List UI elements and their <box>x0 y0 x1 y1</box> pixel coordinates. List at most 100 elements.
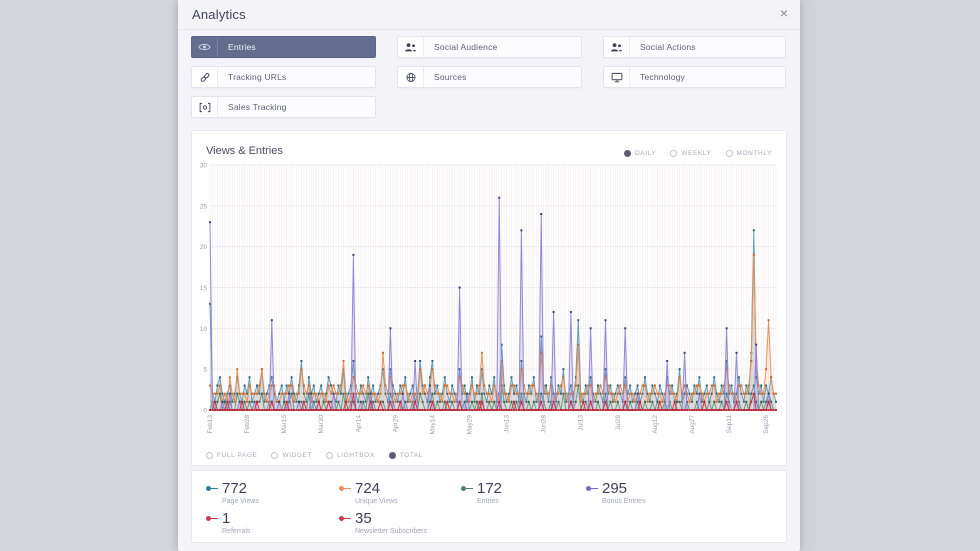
radio-label: LIGHTBOX <box>337 451 375 459</box>
views-entries-chart: 0 5 10 15 20 25 30 Feb13 Feb28 Mar15 Mar30 Apr14 Apr… <box>200 163 777 435</box>
nav-button-label: Sales Tracking <box>228 102 287 112</box>
eye-icon <box>192 37 218 57</box>
svg-text:Feb13: Feb13 <box>207 415 214 434</box>
chart-title: Views & Entries <box>206 145 283 157</box>
stat-value: 35 <box>355 510 372 527</box>
svg-text:Aug12: Aug12 <box>652 415 659 434</box>
link-icon <box>192 67 218 87</box>
radio-label: FULL PAGE <box>217 451 258 459</box>
radio-icon <box>623 150 631 157</box>
stat-marker-icon <box>586 486 598 491</box>
stat-label: Newsletter Subscribers <box>355 528 427 535</box>
stat-label: Unique Views <box>355 498 398 505</box>
svg-text:0: 0 <box>203 408 207 415</box>
modal-header: Analytics × <box>178 0 800 30</box>
stat-label: Referrals <box>222 528 251 535</box>
svg-text:Apr14: Apr14 <box>355 415 362 433</box>
stat-value: 724 <box>355 480 381 497</box>
svg-text:Mar15: Mar15 <box>281 415 288 434</box>
radio-icon <box>271 451 279 459</box>
stat-label: Entries <box>477 498 499 505</box>
svg-text:25: 25 <box>200 203 208 210</box>
svg-text:5: 5 <box>203 367 207 374</box>
stat-bonus-entries: 295 Bonus Entries <box>586 480 786 505</box>
money-icon <box>192 97 218 117</box>
view-radio-group: FULL PAGE WIDGET LIGHTBOX TOTAL <box>192 443 786 467</box>
nav-button-label: Tracking URLs <box>228 72 287 82</box>
radio-label: DAILY <box>634 150 657 157</box>
radio-icon <box>725 150 733 157</box>
view-radio-widget[interactable]: WIDGET <box>271 451 313 459</box>
stat-marker-icon <box>461 486 473 491</box>
modal-title: Analytics <box>192 7 246 22</box>
users-icon <box>604 37 630 57</box>
analytics-nav: Entries Social Audience Social Actions Trac… <box>191 36 787 118</box>
svg-text:Jun13: Jun13 <box>504 415 511 433</box>
svg-text:Sep11: Sep11 <box>726 415 733 434</box>
period-radio-daily[interactable]: DAILY <box>623 150 657 157</box>
svg-text:May14: May14 <box>429 415 436 435</box>
nav-button-label: Technology <box>640 72 686 82</box>
stat-marker-icon <box>339 486 351 491</box>
radio-label: WIDGET <box>282 451 313 459</box>
radio-label: WEEKLY <box>681 150 712 157</box>
nav-button-label: Entries <box>228 42 256 52</box>
stat-newsletter-subscribers: 35 Newsletter Subscribers <box>339 510 461 535</box>
stat-value: 772 <box>222 480 248 497</box>
nav-button-label: Sources <box>434 72 467 82</box>
nav-button-social-audience[interactable]: Social Audience <box>397 36 582 58</box>
view-radio-lightbox[interactable]: LIGHTBOX <box>326 451 375 459</box>
svg-text:30: 30 <box>200 163 208 170</box>
nav-button-tracking-urls[interactable]: Tracking URLs <box>191 66 376 88</box>
views-entries-panel: Views & Entries DAILY WEEKLY MONTHLY 0 5 10 1… <box>191 130 787 466</box>
nav-button-sales-tracking[interactable]: Sales Tracking <box>191 96 376 118</box>
period-radio-group: DAILY WEEKLY MONTHLY <box>623 150 773 157</box>
radio-label: TOTAL <box>399 451 424 459</box>
svg-text:20: 20 <box>200 244 208 251</box>
users-icon <box>398 37 424 57</box>
svg-text:10: 10 <box>200 326 208 333</box>
svg-text:Feb28: Feb28 <box>244 415 251 434</box>
radio-icon <box>206 451 213 459</box>
stat-page-views: 772 Page Views <box>206 480 339 505</box>
stat-marker-icon <box>339 516 351 521</box>
svg-text:May29: May29 <box>467 415 474 435</box>
stat-entries: 172 Entries <box>461 480 586 505</box>
radio-icon <box>670 150 678 157</box>
view-radio-total[interactable]: TOTAL <box>388 451 424 459</box>
stat-label: Bonus Entries <box>602 498 646 505</box>
analytics-modal: Analytics × Entries Social Audience Social… <box>178 0 800 551</box>
nav-button-label: Social Actions <box>640 42 696 52</box>
stats-panel: 772 Page Views 724 Unique Views 172 Entries 29… <box>191 470 787 543</box>
chart-header: Views & Entries DAILY WEEKLY MONTHLY <box>192 131 786 157</box>
stat-value: 172 <box>477 480 503 497</box>
stat-unique-views: 724 Unique Views <box>339 480 461 505</box>
globe-icon <box>398 67 424 87</box>
monitor-icon <box>604 67 630 87</box>
nav-button-sources[interactable]: Sources <box>397 66 582 88</box>
stat-marker-icon <box>206 486 218 491</box>
svg-text:Jun28: Jun28 <box>541 415 548 433</box>
stat-label: Page Views <box>222 498 259 505</box>
radio-icon <box>326 451 334 459</box>
view-radio-full-page[interactable]: FULL PAGE <box>206 451 258 459</box>
period-radio-monthly[interactable]: MONTHLY <box>725 150 773 157</box>
stat-marker-icon <box>206 516 218 521</box>
nav-button-entries[interactable]: Entries <box>191 36 376 58</box>
stat-referrals: 1 Referrals <box>206 510 339 535</box>
nav-button-technology[interactable]: Technology <box>603 66 786 88</box>
svg-text:Aug27: Aug27 <box>689 415 696 434</box>
stat-value: 1 <box>222 510 231 527</box>
close-icon[interactable]: × <box>780 6 788 20</box>
nav-button-social-actions[interactable]: Social Actions <box>603 36 786 58</box>
svg-text:15: 15 <box>200 285 208 292</box>
svg-text:Mar30: Mar30 <box>318 415 325 434</box>
nav-button-label: Social Audience <box>434 42 498 52</box>
svg-text:Apr29: Apr29 <box>392 415 399 433</box>
period-radio-weekly[interactable]: WEEKLY <box>670 150 711 157</box>
svg-text:Jul13: Jul13 <box>578 415 585 431</box>
svg-text:Sep26: Sep26 <box>763 415 770 434</box>
radio-label: MONTHLY <box>736 150 772 157</box>
svg-text:Jul28: Jul28 <box>615 415 622 431</box>
radio-icon <box>388 451 396 459</box>
